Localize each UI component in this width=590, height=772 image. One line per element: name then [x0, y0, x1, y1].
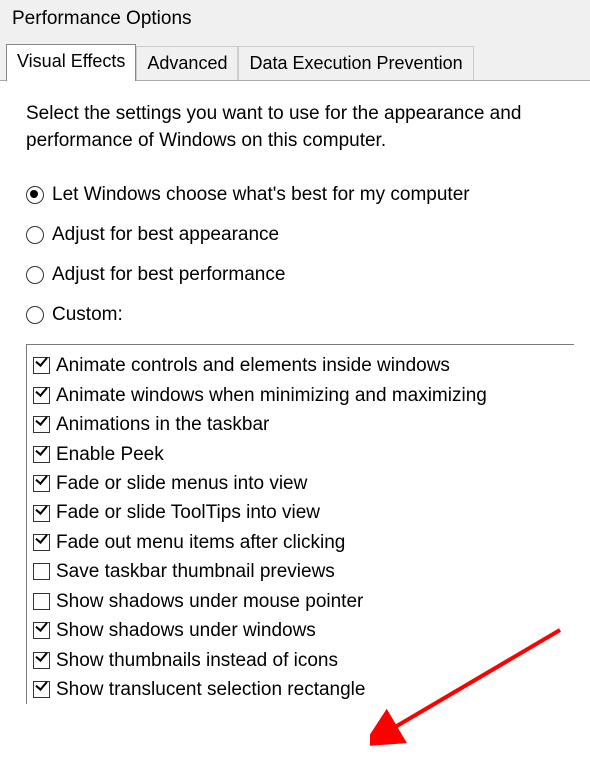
- checkbox-icon: [33, 593, 50, 610]
- check-label: Show shadows under windows: [56, 616, 316, 645]
- radio-label: Custom:: [52, 304, 123, 326]
- tab-label: Visual Effects: [17, 51, 125, 71]
- check-fade-out-menu-items[interactable]: Fade out menu items after clicking: [33, 528, 574, 557]
- checkbox-icon: [33, 534, 50, 551]
- radio-label: Adjust for best performance: [52, 264, 285, 286]
- radio-custom[interactable]: Custom:: [26, 304, 572, 326]
- check-label: Show translucent selection rectangle: [56, 675, 365, 704]
- check-fade-tooltips[interactable]: Fade or slide ToolTips into view: [33, 498, 574, 527]
- radio-best-performance[interactable]: Adjust for best performance: [26, 264, 572, 286]
- check-taskbar-animations[interactable]: Animations in the taskbar: [33, 410, 574, 439]
- checkbox-icon: [33, 387, 50, 404]
- check-fade-menus[interactable]: Fade or slide menus into view: [33, 469, 574, 498]
- tab-visual-effects[interactable]: Visual Effects: [6, 44, 136, 81]
- check-enable-peek[interactable]: Enable Peek: [33, 440, 574, 469]
- tab-dep[interactable]: Data Execution Prevention: [238, 46, 473, 80]
- tab-panel-visual-effects: Select the settings you want to use for …: [0, 80, 590, 704]
- checkbox-icon: [33, 505, 50, 522]
- check-label: Fade or slide ToolTips into view: [56, 498, 320, 527]
- checkbox-icon: [33, 563, 50, 580]
- check-animate-windows[interactable]: Animate windows when minimizing and maxi…: [33, 381, 574, 410]
- checkbox-icon: [33, 652, 50, 669]
- radio-label: Let Windows choose what's best for my co…: [52, 184, 470, 206]
- checkbox-icon: [33, 357, 50, 374]
- tab-label: Advanced: [147, 53, 227, 73]
- check-label: Animations in the taskbar: [56, 410, 269, 439]
- tab-bar: Visual Effects Advanced Data Execution P…: [0, 44, 590, 80]
- tab-label: Data Execution Prevention: [249, 53, 462, 73]
- preset-radio-group: Let Windows choose what's best for my co…: [26, 184, 572, 326]
- effects-checklist: Animate controls and elements inside win…: [26, 344, 574, 704]
- check-thumbnails[interactable]: Show thumbnails instead of icons: [33, 646, 574, 675]
- check-label: Save taskbar thumbnail previews: [56, 557, 335, 586]
- check-pointer-shadows[interactable]: Show shadows under mouse pointer: [33, 587, 574, 616]
- radio-icon: [26, 226, 44, 244]
- check-animate-controls[interactable]: Animate controls and elements inside win…: [33, 351, 574, 380]
- checkbox-icon: [33, 475, 50, 492]
- radio-best-appearance[interactable]: Adjust for best appearance: [26, 224, 572, 246]
- check-label: Animate windows when minimizing and maxi…: [56, 381, 487, 410]
- check-label: Show thumbnails instead of icons: [56, 646, 338, 675]
- checkbox-icon: [33, 416, 50, 433]
- check-window-shadows[interactable]: Show shadows under windows: [33, 616, 574, 645]
- radio-icon: [26, 186, 44, 204]
- checkbox-icon: [33, 681, 50, 698]
- window-title: Performance Options: [12, 8, 192, 29]
- checkbox-icon: [33, 622, 50, 639]
- check-label: Enable Peek: [56, 440, 164, 469]
- check-label: Show shadows under mouse pointer: [56, 587, 363, 616]
- panel-description: Select the settings you want to use for …: [26, 101, 572, 154]
- radio-icon: [26, 306, 44, 324]
- check-label: Fade out menu items after clicking: [56, 528, 345, 557]
- checkbox-icon: [33, 446, 50, 463]
- check-translucent-selection[interactable]: Show translucent selection rectangle: [33, 675, 574, 704]
- radio-label: Adjust for best appearance: [52, 224, 279, 246]
- check-label: Fade or slide menus into view: [56, 469, 307, 498]
- check-label: Animate controls and elements inside win…: [56, 351, 450, 380]
- tab-advanced[interactable]: Advanced: [136, 46, 238, 80]
- radio-let-windows-choose[interactable]: Let Windows choose what's best for my co…: [26, 184, 572, 206]
- check-save-thumbnails[interactable]: Save taskbar thumbnail previews: [33, 557, 574, 586]
- radio-icon: [26, 266, 44, 284]
